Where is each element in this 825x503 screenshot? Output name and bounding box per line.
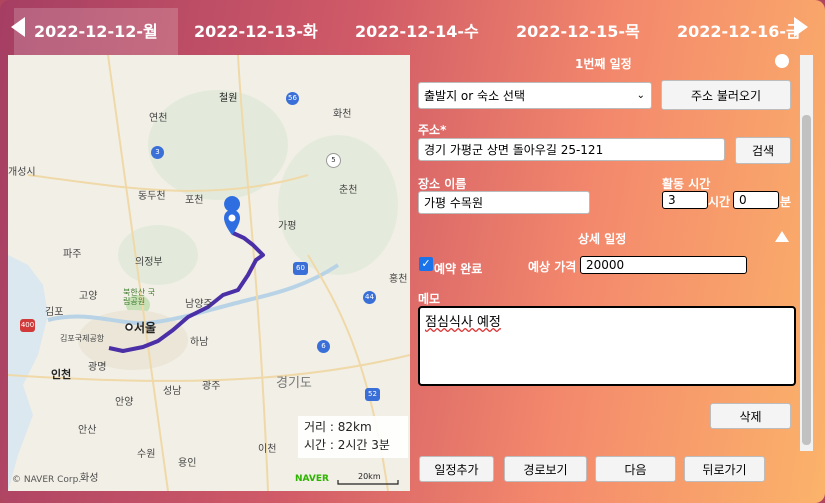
road-shield-60: 60 xyxy=(293,262,308,275)
place-name-label: 장소 이름 xyxy=(418,177,467,191)
app-frame: 2022-12-12-월 2022-12-13-화 2022-12-14-수 2… xyxy=(0,0,825,503)
hours-input[interactable]: 3 xyxy=(662,191,708,209)
toggle-circle-icon[interactable] xyxy=(775,54,789,68)
address-label: 주소* xyxy=(418,123,447,137)
map-label-hongcheon: 홍천 xyxy=(389,274,408,285)
price-label: 예상 가격 xyxy=(528,260,577,274)
route-map[interactable]: 56 3 5 60 44 6 400 52 철원 연천 화천 개성시 춘천 동두… xyxy=(8,55,410,491)
map-label-cheorwon: 철원 xyxy=(219,93,238,104)
map-label-gimpo: 김포 xyxy=(45,307,64,318)
map-label-gimpo-airport: 김포국제공항 xyxy=(60,334,105,343)
next-button[interactable]: 다음 xyxy=(595,456,676,482)
map-label-hanam: 하남 xyxy=(190,337,209,348)
chevron-down-icon: ⌄ xyxy=(636,90,645,101)
map-label-paju: 파주 xyxy=(63,249,82,260)
reserved-label: 예약 완료 xyxy=(434,262,483,276)
date-tab-2[interactable]: 2022-12-14-수 xyxy=(355,18,479,42)
reserved-checkbox[interactable]: ✓ xyxy=(419,257,433,271)
map-label-ansan: 안산 xyxy=(78,425,97,436)
road-shield-44: 44 xyxy=(363,291,376,304)
map-label-uijeongbu: 의정부 xyxy=(135,257,163,268)
map-label-suwon: 수원 xyxy=(137,449,156,460)
map-label-bukhansan: 북한산 국립공원 xyxy=(123,288,155,306)
map-label-gwangmyeong: 광명 xyxy=(88,362,107,373)
map-copyright: © NAVER Corp. xyxy=(12,475,82,485)
place-name-input[interactable]: 가평 수목원 xyxy=(418,191,590,214)
map-label-gwangju: 광주 xyxy=(202,381,221,392)
map-label-hwaseong: 화성 xyxy=(80,473,99,484)
map-label-anyang: 안양 xyxy=(115,397,134,408)
address-input[interactable]: 경기 가평군 상면 돌아우길 25-121 xyxy=(418,138,725,161)
road-shield-400: 400 xyxy=(20,319,35,332)
search-button[interactable]: 검색 xyxy=(735,137,791,164)
road-shield-52: 52 xyxy=(365,388,380,401)
map-label-seoul: 서울 xyxy=(134,321,157,335)
date-tab-4[interactable]: 2022-12-16-금 xyxy=(677,18,801,42)
route-distance: 거리 : 82km xyxy=(304,420,372,434)
map-label-gyeonggi: 경기도 xyxy=(276,376,312,391)
map-label-seongnam: 성남 xyxy=(163,386,182,397)
map-label-yongin: 용인 xyxy=(178,458,197,469)
memo-textarea[interactable]: 점심식사 예정 xyxy=(418,306,796,386)
address-load-button[interactable]: 주소 불러오기 xyxy=(661,80,791,110)
price-input[interactable]: 20000 xyxy=(580,256,747,274)
map-label-yeoncheon: 연천 xyxy=(149,113,168,124)
date-tab-1[interactable]: 2022-12-13-화 xyxy=(194,18,318,42)
map-label-gaeseongsi: 개성시 xyxy=(8,167,36,178)
minutes-unit: 분 xyxy=(780,195,792,209)
map-label-icheon: 이천 xyxy=(258,444,277,455)
back-button[interactable]: 뒤로가기 xyxy=(684,456,765,482)
map-label-goyang: 고양 xyxy=(79,291,98,302)
panel-scrollbar[interactable] xyxy=(800,55,813,451)
road-shield-3: 3 xyxy=(151,146,164,159)
map-scale-label: 20km xyxy=(358,472,381,481)
origin-select[interactable]: 출발지 or 숙소 선택 ⌄ xyxy=(418,82,652,109)
hours-unit: 시간 xyxy=(708,195,731,209)
date-navigation-bar: 2022-12-12-월 2022-12-13-화 2022-12-14-수 2… xyxy=(0,0,825,55)
map-label-pocheon: 포천 xyxy=(185,195,204,206)
add-schedule-button[interactable]: 일정추가 xyxy=(419,456,494,482)
delete-button[interactable]: 삭제 xyxy=(710,403,791,429)
naver-logo: NAVER xyxy=(295,474,329,484)
minutes-input[interactable]: 0 xyxy=(733,191,779,209)
route-duration: 시간 : 2시간 3분 xyxy=(304,438,390,452)
map-label-namyangju: 남양주 xyxy=(185,299,213,310)
route-info-box: 거리 : 82km 시간 : 2시간 3분 xyxy=(298,416,408,458)
map-label-chuncheon: 춘천 xyxy=(339,185,358,196)
view-route-button[interactable]: 경로보기 xyxy=(504,456,587,482)
scrollbar-thumb[interactable] xyxy=(802,115,811,445)
schedule-panel: 1번째 일정 출발지 or 숙소 선택 ⌄ 주소 불러오기 주소* 경기 가평군… xyxy=(410,54,813,491)
next-date-arrow-icon[interactable] xyxy=(794,17,808,37)
origin-select-value: 출발지 or 숙소 선택 xyxy=(424,89,525,103)
date-tab-0[interactable]: 2022-12-12-월 xyxy=(14,8,178,55)
road-shield-56: 56 xyxy=(286,92,299,105)
activity-time-label: 활동 시간 xyxy=(662,177,711,191)
map-label-gapyeong: 가평 xyxy=(278,221,297,232)
detail-schedule-label: 상세 일정 xyxy=(578,232,627,246)
map-label-hwacheon: 화천 xyxy=(333,109,352,120)
road-shield-6: 6 xyxy=(317,340,330,353)
schedule-heading: 1번째 일정 xyxy=(575,57,632,71)
map-label-dongducheon: 동두천 xyxy=(138,191,166,202)
map-label-incheon: 인천 xyxy=(51,368,72,381)
road-shield-5: 5 xyxy=(326,153,341,168)
date-tab-3[interactable]: 2022-12-15-목 xyxy=(516,18,640,42)
collapse-up-icon[interactable] xyxy=(775,231,789,242)
memo-label: 메모 xyxy=(418,292,441,306)
